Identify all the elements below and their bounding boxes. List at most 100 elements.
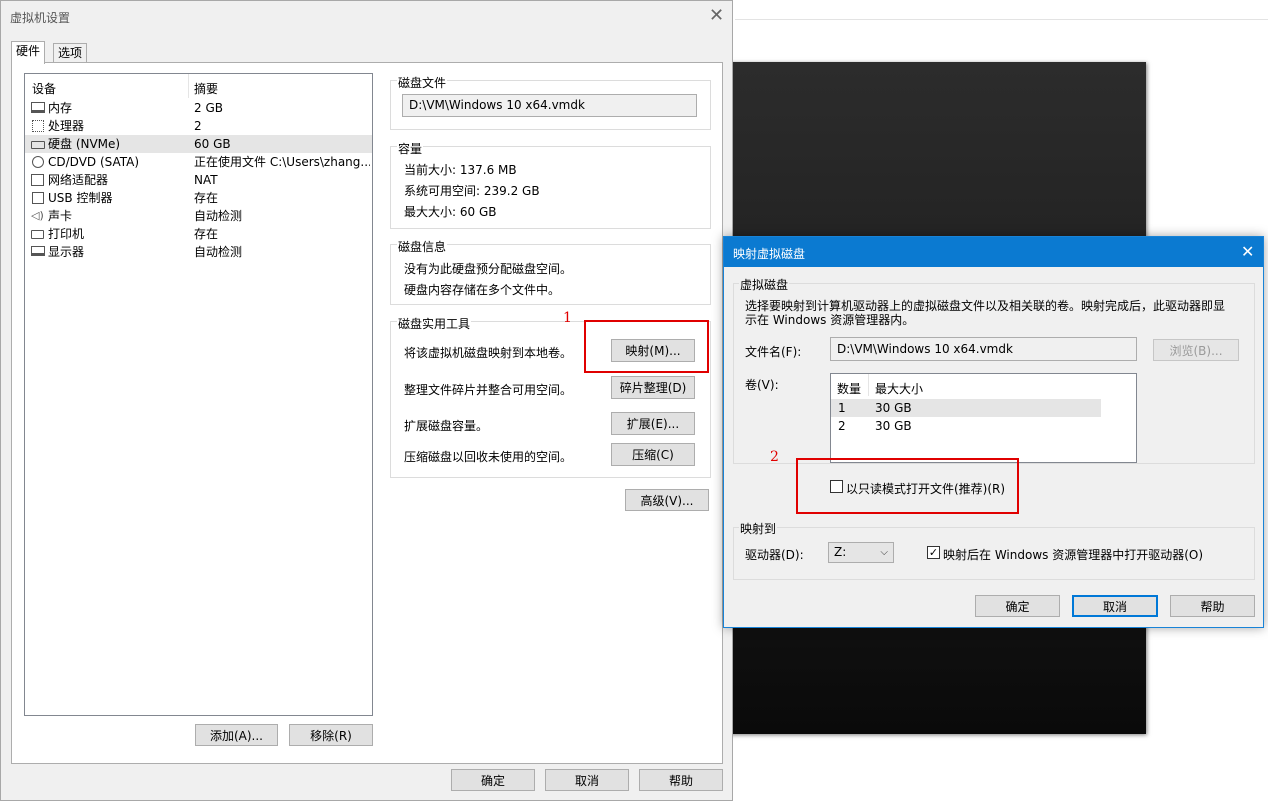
cd-dvd-icon — [32, 156, 44, 168]
map-help-button[interactable]: 帮助 — [1170, 595, 1255, 617]
tab-options[interactable]: 选项 — [53, 43, 88, 64]
annotation-marker-1: 1 — [563, 310, 572, 326]
volume-header-size: 最大大小 — [875, 382, 924, 396]
cancel-button[interactable]: 取消 — [545, 769, 629, 791]
header-device: 设备 — [32, 82, 57, 96]
memory-icon — [31, 102, 45, 113]
map-virtual-disk-dialog: 映射虚拟磁盘 ✕ 虚拟磁盘 选择要映射到计算机驱动器上的虚拟磁盘文件以及相关联的… — [723, 236, 1264, 628]
device-summary: 60 GB — [194, 137, 231, 151]
device-name: USB 控制器 — [48, 191, 113, 205]
device-summary: 正在使用文件 C:\Users\zhang... — [194, 155, 370, 169]
capacity-label: 容量 — [397, 140, 424, 157]
device-row-network-adapter[interactable]: 网络适配器 NAT — [25, 171, 372, 189]
dialog-title: 虚拟机设置 — [10, 11, 71, 25]
drive-select[interactable]: Z: ⌵ — [828, 542, 894, 563]
hard-disk-icon — [31, 141, 45, 149]
annotation-highlight-1 — [584, 320, 709, 373]
disk-info-label: 磁盘信息 — [397, 238, 448, 255]
disk-info-line2: 硬盘内容存储在多个文件中。 — [404, 283, 561, 297]
filename-field[interactable]: D:\VM\Windows 10 x64.vmdk — [830, 337, 1137, 361]
compact-button[interactable]: 压缩(C) — [611, 443, 695, 466]
free-space-text: 系统可用空间: 239.2 GB — [404, 184, 540, 198]
open-explorer-checkbox[interactable]: ✓ — [927, 546, 940, 559]
device-row-usb-controller[interactable]: USB 控制器 存在 — [25, 189, 372, 207]
device-name: 网络适配器 — [48, 173, 109, 187]
device-name: 显示器 — [48, 245, 85, 259]
device-row-hard-disk[interactable]: 硬盘 (NVMe) 60 GB — [25, 135, 372, 153]
expand-description: 扩展磁盘容量。 — [404, 419, 489, 433]
device-summary: 2 GB — [194, 101, 223, 115]
defragment-button[interactable]: 碎片整理(D) — [611, 376, 695, 399]
processor-icon — [32, 120, 44, 132]
drive-label: 驱动器(D): — [745, 548, 804, 562]
device-summary: NAT — [194, 173, 218, 187]
filename-label: 文件名(F): — [745, 345, 802, 359]
map-dialog-close-icon[interactable]: ✕ — [1241, 242, 1254, 261]
device-row-sound-card[interactable]: ◁) 声卡 自动检测 — [25, 207, 372, 225]
device-name: 内存 — [48, 101, 73, 115]
device-summary: 自动检测 — [194, 209, 243, 223]
device-row-memory[interactable]: 内存 2 GB — [25, 99, 372, 117]
device-name: 声卡 — [48, 209, 73, 223]
device-list[interactable]: 设备 摘要 内存 2 GB 处理器 2 硬盘 (NVMe) 60 GB CD/D… — [24, 73, 373, 716]
device-summary: 2 — [194, 119, 202, 133]
device-row-printer[interactable]: 打印机 存在 — [25, 225, 372, 243]
device-row-cd-dvd[interactable]: CD/DVD (SATA) 正在使用文件 C:\Users\zhang... — [25, 153, 372, 171]
volume-num: 2 — [838, 419, 846, 433]
annotation-highlight-2 — [796, 458, 1019, 514]
usb-controller-icon — [32, 192, 44, 204]
display-icon — [31, 246, 45, 256]
volume-header-num: 数量 — [837, 382, 862, 396]
virtual-disk-label: 虚拟磁盘 — [739, 276, 790, 293]
open-explorer-label[interactable]: 映射后在 Windows 资源管理器中打开驱动器(O) — [943, 546, 1203, 563]
volume-num: 1 — [838, 401, 846, 415]
header-summary: 摘要 — [194, 82, 219, 96]
volume-row-1[interactable]: 1 30 GB — [831, 399, 1101, 417]
header-divider — [188, 74, 189, 98]
remove-device-button[interactable]: 移除(R) — [289, 724, 373, 746]
disk-file-field[interactable]: D:\VM\Windows 10 x64.vmdk — [402, 94, 697, 117]
browse-button[interactable]: 浏览(B)... — [1153, 339, 1239, 361]
volume-header-divider — [868, 374, 869, 396]
map-description-line2: 示在 Windows 资源管理器内。 — [745, 313, 915, 327]
device-name: 打印机 — [48, 227, 85, 241]
advanced-button[interactable]: 高级(V)... — [625, 489, 709, 511]
chevron-down-icon: ⌵ — [880, 547, 888, 558]
compact-description: 压缩磁盘以回收未使用的空间。 — [404, 450, 573, 464]
printer-icon — [31, 230, 44, 239]
device-name: CD/DVD (SATA) — [48, 155, 140, 169]
volume-list[interactable]: 数量 最大大小 1 30 GB 2 30 GB — [830, 373, 1137, 463]
close-icon[interactable]: ✕ — [709, 7, 724, 25]
sound-card-icon: ◁) — [31, 209, 44, 222]
device-name: 硬盘 (NVMe) — [48, 137, 121, 151]
device-name: 处理器 — [48, 119, 85, 133]
device-row-display[interactable]: 显示器 自动检测 — [25, 243, 372, 261]
disk-utilities-label: 磁盘实用工具 — [397, 315, 472, 332]
map-to-label: 映射到 — [739, 520, 778, 537]
disk-info-line1: 没有为此硬盘预分配磁盘空间。 — [404, 262, 573, 276]
device-summary: 自动检测 — [194, 245, 243, 259]
volume-row-2[interactable]: 2 30 GB — [831, 417, 1101, 435]
disk-file-label: 磁盘文件 — [397, 74, 448, 91]
volume-size: 30 GB — [875, 419, 912, 433]
map-ok-button[interactable]: 确定 — [975, 595, 1060, 617]
max-size-text: 最大大小: 60 GB — [404, 205, 497, 219]
device-summary: 存在 — [194, 227, 219, 241]
map-dialog-titlebar: 映射虚拟磁盘 ✕ — [724, 237, 1263, 267]
defrag-description: 整理文件碎片并整合可用空间。 — [404, 383, 573, 397]
vm-settings-dialog: 虚拟机设置 ✕ 硬件 选项 设备 摘要 内存 2 GB 处理器 2 硬盘 (NV… — [0, 0, 733, 801]
background-window-edge — [735, 19, 1268, 20]
device-row-processor[interactable]: 处理器 2 — [25, 117, 372, 135]
expand-button[interactable]: 扩展(E)... — [611, 412, 695, 435]
annotation-marker-2: 2 — [770, 449, 779, 465]
add-device-button[interactable]: 添加(A)... — [195, 724, 278, 746]
device-summary: 存在 — [194, 191, 219, 205]
tab-hardware[interactable]: 硬件 — [11, 41, 46, 64]
volume-label: 卷(V): — [745, 378, 779, 392]
map-cancel-button[interactable]: 取消 — [1072, 595, 1158, 617]
current-size-text: 当前大小: 137.6 MB — [404, 163, 517, 177]
volume-size: 30 GB — [875, 401, 912, 415]
ok-button[interactable]: 确定 — [451, 769, 535, 791]
drive-select-value: Z: — [834, 545, 847, 559]
help-button[interactable]: 帮助 — [639, 769, 723, 791]
